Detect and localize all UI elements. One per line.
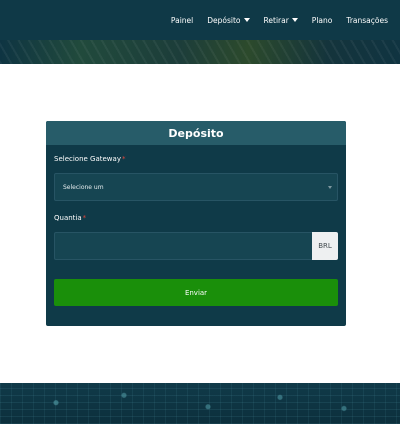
required-mark: * <box>82 214 87 222</box>
nav-item-plano[interactable]: Plano <box>312 16 333 25</box>
nav-item-label: Retirar <box>263 15 289 25</box>
nav-menu: Painel Depósito Retirar Plano Transações <box>171 0 388 40</box>
nav-item-label: Painel <box>170 15 194 25</box>
nav-item-label: Transações <box>346 15 388 25</box>
nav-item-deposito[interactable]: Depósito <box>207 15 250 25</box>
amount-label-text: Quantia <box>54 214 82 222</box>
gateway-label-text: Selecione Gateway <box>54 155 121 163</box>
chevron-down-icon <box>328 186 332 189</box>
hero-banner <box>0 40 400 64</box>
nav-item-label: Plano <box>311 15 333 25</box>
gateway-label: Selecione Gateway* <box>54 155 125 163</box>
footer-banner <box>0 383 400 424</box>
caret-down-icon <box>291 18 298 22</box>
top-navbar: Painel Depósito Retirar Plano Transações <box>0 0 400 40</box>
submit-button[interactable]: Enviar <box>54 279 338 306</box>
card-title: Depósito <box>168 126 224 140</box>
gateway-select-value: Selecione um <box>63 183 104 191</box>
deposit-card: Depósito Selecione Gateway* Selecione um… <box>46 121 346 326</box>
nav-item-transacoes[interactable]: Transações <box>346 16 388 25</box>
nav-item-retirar[interactable]: Retirar <box>264 16 298 25</box>
caret-down-icon <box>243 18 250 22</box>
required-mark: * <box>121 155 126 163</box>
amount-label: Quantia* <box>54 214 86 222</box>
amount-input-group: BRL <box>54 232 338 260</box>
currency-addon: BRL <box>312 232 338 260</box>
amount-input[interactable] <box>54 232 312 260</box>
nav-item-painel[interactable]: Painel <box>171 16 193 25</box>
nav-item-label: Depósito <box>207 15 241 25</box>
gateway-select[interactable]: Selecione um <box>54 173 338 201</box>
card-header: Depósito <box>46 121 346 145</box>
